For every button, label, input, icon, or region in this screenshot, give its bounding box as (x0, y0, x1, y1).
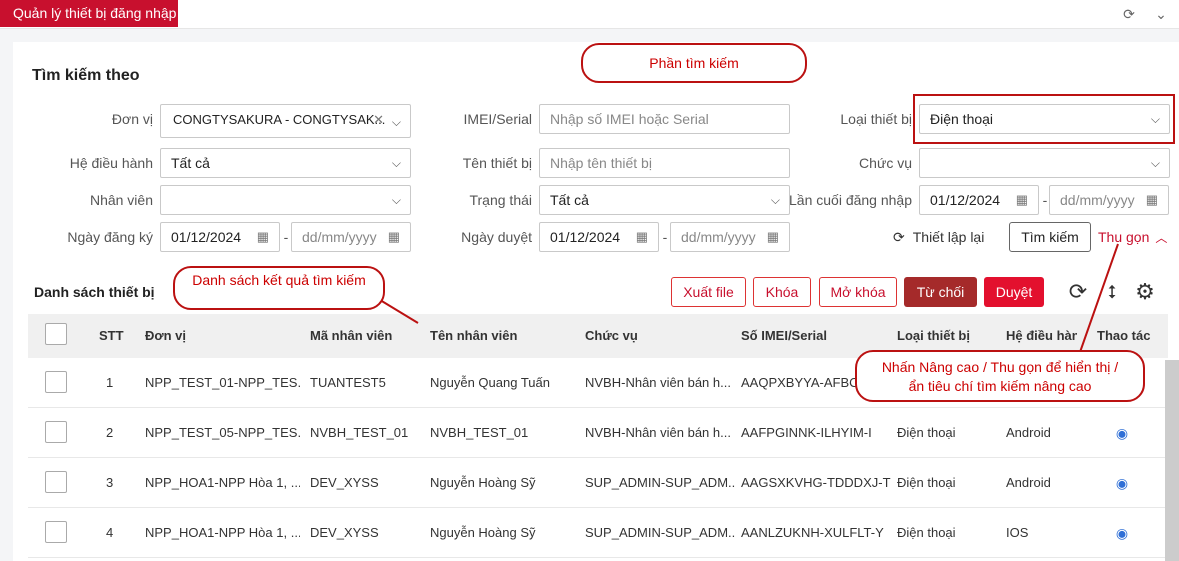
results-callout: Danh sách kết quả tìm kiếm (173, 266, 385, 310)
search-callout: Phần tìm kiếm (581, 43, 807, 83)
results-callout-arrow (379, 299, 419, 324)
toggle-callout-arrow (1078, 243, 1119, 356)
toggle-callout: Nhấn Nâng cao / Thu gọn để hiển thị / ẩn… (855, 350, 1145, 402)
loai-thiet-bi-highlight (913, 94, 1175, 144)
